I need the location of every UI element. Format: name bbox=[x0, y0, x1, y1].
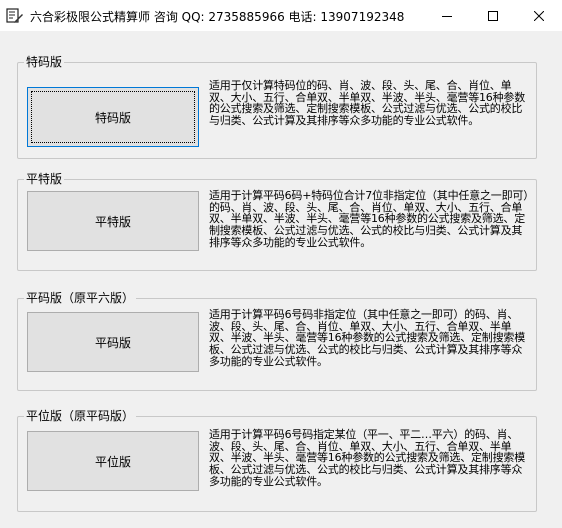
button-label: 平位版 bbox=[94, 454, 131, 469]
title-bar[interactable]: 六合彩极限公式精算师 咨询 QQ: 2735885966 电话: 1390719… bbox=[0, 0, 562, 31]
app-icon bbox=[6, 8, 23, 23]
close-button[interactable] bbox=[516, 0, 562, 31]
pingmaban-button[interactable]: 平码版 bbox=[27, 312, 199, 372]
button-label: 平码版 bbox=[94, 335, 131, 350]
pingteban-button[interactable]: 平特版 bbox=[27, 191, 199, 251]
temaban-button[interactable]: 特码版 bbox=[27, 87, 199, 147]
minimize-button[interactable] bbox=[424, 0, 470, 31]
group-legend: 特码版 bbox=[24, 55, 65, 69]
maximize-button[interactable] bbox=[470, 0, 516, 31]
minimize-icon bbox=[442, 15, 452, 17]
window-title: 六合彩极限公式精算师 咨询 QQ: 2735885966 电话: 1390719… bbox=[30, 10, 405, 24]
group-legend: 平特版 bbox=[24, 172, 65, 186]
group-description: 适用于仅计算特码位的码、肖、波、段、头、尾、合、肖位、单双、大小、五行、合单双、… bbox=[209, 79, 525, 128]
group-description: 适用于计算平码6号码指定某位（平一、平二…平六）的码、肖、波、段、头、尾、合、肖… bbox=[209, 428, 525, 488]
group-pingteban: 平特版 平特版 适用于计算平码6码+特码位合计7位非指定位（其中任意之一即可）的… bbox=[17, 172, 537, 271]
group-legend: 平位版（原平码版） bbox=[24, 409, 137, 423]
group-pingmaban: 平码版（原平六版） 平码版 适用于计算平码6号码非指定位（其中任意之一即可）的码… bbox=[17, 291, 537, 391]
group-description: 适用于计算平码6号码非指定位（其中任意之一即可）的码、肖、波、段、头、尾、合、肖… bbox=[209, 308, 525, 368]
pingweiban-button[interactable]: 平位版 bbox=[27, 431, 199, 491]
maximize-icon bbox=[488, 10, 498, 21]
group-legend: 平码版（原平六版） bbox=[24, 291, 137, 305]
group-temaban: 特码版 特码版 适用于仅计算特码位的码、肖、波、段、头、尾、合、肖位、单双、大小… bbox=[17, 55, 537, 159]
close-icon bbox=[534, 10, 544, 21]
group-pingweiban: 平位版（原平码版） 平位版 适用于计算平码6号码指定某位（平一、平二…平六）的码… bbox=[17, 409, 537, 512]
button-label: 平特版 bbox=[94, 214, 131, 229]
group-description: 适用于计算平码6码+特码位合计7位非指定位（其中任意之一即可）的码、肖、波、段、… bbox=[209, 189, 529, 249]
